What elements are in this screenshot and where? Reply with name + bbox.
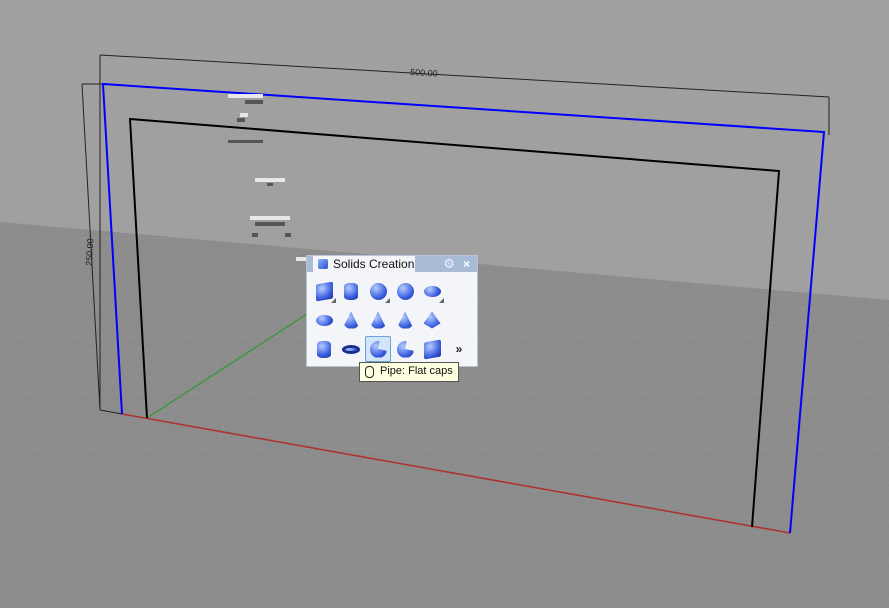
sphere-icon <box>396 282 414 300</box>
mouse-icon <box>365 366 374 378</box>
tooltip-text: Pipe: Flat caps <box>380 365 453 377</box>
empty-slot <box>446 278 473 307</box>
pyramid-icon <box>423 311 441 329</box>
box-icon <box>423 339 441 359</box>
extrude-button[interactable] <box>419 336 445 362</box>
solids-creation-panel: Solids Creation ⚙ × » <box>306 255 478 367</box>
cone-solid-button[interactable] <box>365 307 391 333</box>
panel-title: Solids Creation <box>333 257 415 271</box>
flyout-indicator-icon[interactable] <box>331 298 336 303</box>
cylinder-icon <box>317 340 331 358</box>
pyramid-button[interactable] <box>419 307 445 333</box>
tube-button[interactable] <box>311 336 337 362</box>
torus-icon <box>342 344 360 354</box>
cylinder-icon <box>344 282 358 300</box>
pipe-icon <box>396 340 414 358</box>
tool-grid: » <box>311 278 473 365</box>
paraboloid-button[interactable] <box>311 307 337 333</box>
close-icon[interactable]: × <box>463 256 470 272</box>
flyout-indicator-icon[interactable] <box>385 298 390 303</box>
empty-slot <box>446 307 473 336</box>
pipe-round-caps-button[interactable] <box>392 336 418 362</box>
cone-button[interactable] <box>338 307 364 333</box>
box-icon <box>315 281 333 301</box>
cone-icon <box>396 311 414 329</box>
tab-solids-creation[interactable]: Solids Creation <box>313 256 415 273</box>
dimension-horizontal-label: 500.00 <box>410 67 438 79</box>
cone-icon <box>369 311 387 329</box>
sphere-icon <box>369 282 387 300</box>
sphere-button[interactable] <box>365 278 391 304</box>
gear-icon[interactable]: ⚙ <box>443 257 455 271</box>
flyout-indicator-icon[interactable] <box>439 298 444 303</box>
ellipsoid-icon <box>423 285 441 297</box>
tooltip: Pipe: Flat caps <box>359 362 459 382</box>
cylinder-button[interactable] <box>338 278 364 304</box>
dimension-vertical-label: 250.00 <box>84 238 95 266</box>
pipe-flat-caps-button[interactable] <box>365 336 391 362</box>
cone-icon <box>342 311 360 329</box>
panel-header: Solids Creation ⚙ × <box>307 256 477 273</box>
sphere-3pt-button[interactable] <box>392 278 418 304</box>
box-icon <box>318 259 328 269</box>
ellipsoid-icon <box>315 314 333 326</box>
ellipsoid-button[interactable] <box>419 278 445 304</box>
torus-button[interactable] <box>338 336 364 362</box>
pipe-icon <box>369 340 387 358</box>
truncated-cone-button[interactable] <box>392 307 418 333</box>
more-tools-button[interactable]: » <box>446 336 472 362</box>
box-button[interactable] <box>311 278 337 304</box>
